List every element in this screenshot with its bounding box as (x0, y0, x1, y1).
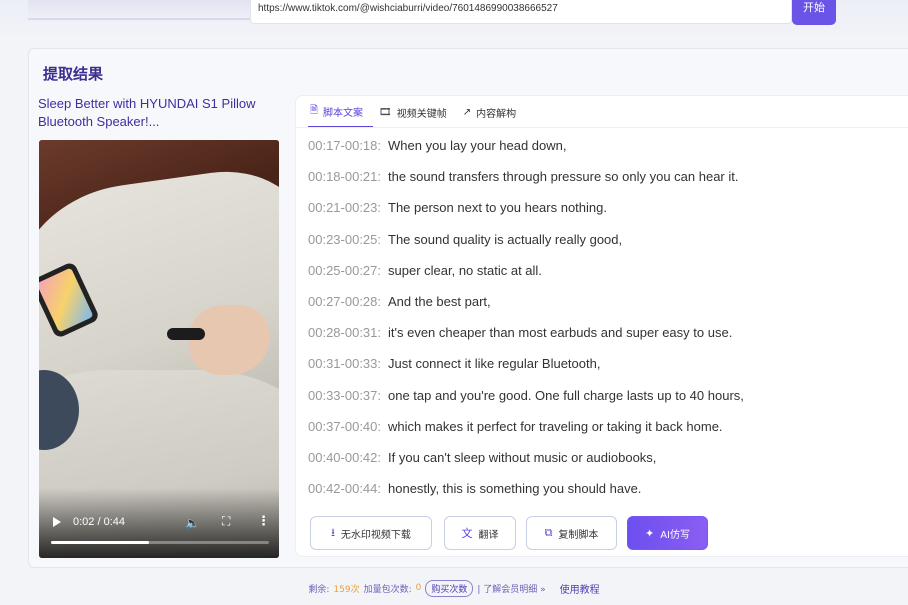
transcript-line: 00:31-00:33: Just connect it like regular… (308, 348, 908, 379)
transcript-text: The sound quality is actually really goo… (388, 231, 623, 247)
transcript-line: 00:33-00:37: one tap and you're good. One… (308, 380, 908, 411)
download-button[interactable]: ⭳ 无水印视频下载 (310, 516, 432, 550)
trend-icon: ↗ (462, 106, 472, 118)
transcript-text: When you lay your head down, (388, 138, 567, 154)
top-bar: https://www.tiktok.com/@wishciaburri/vid… (0, 0, 908, 40)
document-icon: 🗎 (310, 104, 319, 116)
transcript-line: 00:40-00:42: If you can't sleep without m… (308, 442, 908, 473)
translate-icon: 文 (461, 527, 473, 540)
tab-deconstruct[interactable]: ↗ 内容解构 (461, 96, 526, 128)
transcript-card: 🗎 脚本文案 🎞 视频关键帧 ↗ 内容解构 00:17-00:18: When y… (295, 95, 908, 557)
video-title: Sleep Better with HYUNDAI S1 Pillow Blue… (38, 96, 256, 129)
transcript-time: 00:40-00:42: (308, 449, 382, 465)
tab-script[interactable]: 🗎 脚本文案 (308, 96, 374, 128)
video-progress-fill (51, 541, 150, 544)
transcript-list: 00:17-00:18: When you lay your head down,… (308, 130, 908, 504)
transcript-line: 00:27-00:28: And the best part, (308, 286, 908, 317)
action-bar: ⭳ 无水印视频下载 文 翻译 ⧉ 复制脚本 ✦ AI仿写 (310, 516, 708, 550)
copy-button[interactable]: ⧉ 复制脚本 (526, 516, 617, 550)
url-input[interactable]: https://www.tiktok.com/@wishciaburri/vid… (250, 0, 792, 24)
video-frame-hand (189, 305, 269, 375)
tab-label: 内容解构 (476, 108, 517, 120)
transcript-line: 00:18-00:21: the sound transfers through … (308, 161, 908, 192)
transcript-line: 00:28-00:31: it's even cheaper than most … (308, 317, 908, 348)
play-icon[interactable] (53, 517, 61, 527)
transcript-time: 00:25-00:27: (308, 262, 382, 278)
transcript-text: And the best part, (388, 294, 491, 310)
remaining-value: 159次 (333, 584, 360, 595)
panel-title: 提取结果 (43, 65, 104, 83)
video-frame-speaker (167, 328, 205, 340)
transcript-line: 00:42-00:44: honestly, this is something … (308, 473, 908, 504)
transcript-text: the sound transfers through pressure so … (388, 169, 739, 185)
pack-label: 加量包次数: (363, 584, 412, 595)
copy-icon: ⧉ (544, 526, 553, 539)
tab-label: 视频关键帧 (396, 108, 447, 120)
transcript-time: 00:17-00:18: (308, 138, 382, 154)
top-bar-left-area (28, 0, 250, 20)
tab-label: 脚本文案 (323, 107, 364, 119)
fullscreen-icon[interactable]: ⛶ (222, 514, 230, 529)
transcript-text: The person next to you hears nothing. (388, 200, 607, 216)
transcript-time: 00:31-00:33: (308, 356, 382, 372)
more-options-icon[interactable]: ⋮ (257, 513, 270, 529)
video-controls: 0:02 / 0:44 🔈 ⛶ ⋮ (39, 508, 279, 538)
transcript-text: If you can't sleep without music or audi… (388, 449, 657, 465)
transcript-time: 00:21-00:23: (308, 200, 382, 216)
download-icon: ⭳ (331, 525, 335, 539)
transcript-time: 00:23-00:25: (308, 231, 382, 247)
tab-bar: 🗎 脚本文案 🎞 视频关键帧 ↗ 内容解构 (308, 96, 530, 128)
result-panel: 提取结果 Sleep Better with HYUNDAI S1 Pillow… (28, 48, 908, 568)
video-time: 0:02 / 0:44 (73, 516, 125, 528)
transcript-line: 00:37-00:40: which makes it perfect for t… (308, 411, 908, 442)
transcript-line: 00:23-00:25: The sound quality is actuall… (308, 224, 908, 255)
translate-label: 翻译 (478, 529, 499, 541)
video-progress-bar[interactable] (51, 541, 269, 544)
copy-label: 复制脚本 (558, 529, 599, 541)
remaining-label: 剩余: (308, 584, 330, 595)
transcript-text: one tap and you're good. One full charge… (388, 387, 744, 403)
transcript-time: 00:28-00:31: (308, 325, 382, 341)
pack-value: 0 (415, 583, 422, 593)
transcript-line: 00:25-00:27: super clear, no static at al… (308, 255, 908, 286)
transcript-time: 00:37-00:40: (308, 418, 382, 434)
transcript-time: 00:27-00:28: (308, 294, 382, 310)
start-button[interactable]: 开始 (792, 0, 836, 25)
ai-label: AI仿写 (660, 529, 690, 541)
buy-times-button[interactable]: 购买次数 (425, 579, 474, 597)
transcript-text: super clear, no static at all. (388, 262, 542, 278)
sparkle-icon: ✦ (644, 526, 655, 540)
transcript-line: 00:17-00:18: When you lay your head down, (308, 130, 908, 161)
film-icon: 🎞 (379, 106, 392, 118)
tab-keyframes[interactable]: 🎞 视频关键帧 (377, 96, 457, 128)
transcript-text: Just connect it like regular Bluetooth, (388, 356, 601, 372)
transcript-text: it's even cheaper than most earbuds and … (388, 325, 733, 341)
transcript-time: 00:18-00:21: (308, 169, 382, 185)
transcript-text: honestly, this is something you should h… (388, 481, 642, 497)
transcript-time: 00:42-00:44: (308, 481, 382, 497)
transcript-line: 00:21-00:23: The person next to you hears… (308, 192, 908, 223)
member-details-link[interactable]: | 了解会员明细 » (477, 582, 545, 595)
volume-icon[interactable]: 🔈 (185, 516, 200, 530)
tab-divider (296, 127, 908, 128)
video-player[interactable]: 0:02 / 0:44 🔈 ⛶ ⋮ (39, 140, 279, 558)
transcript-time: 00:33-00:37: (308, 387, 382, 403)
footer: 剩余: 159次 加量包次数: 0 购买次数 | 了解会员明细 » 使用教程 (0, 578, 908, 598)
ai-rewrite-button[interactable]: ✦ AI仿写 (627, 516, 708, 550)
download-label: 无水印视频下载 (340, 529, 411, 541)
help-link[interactable]: 使用教程 (560, 581, 600, 596)
transcript-text: which makes it perfect for traveling or … (388, 418, 723, 434)
translate-button[interactable]: 文 翻译 (444, 516, 516, 550)
